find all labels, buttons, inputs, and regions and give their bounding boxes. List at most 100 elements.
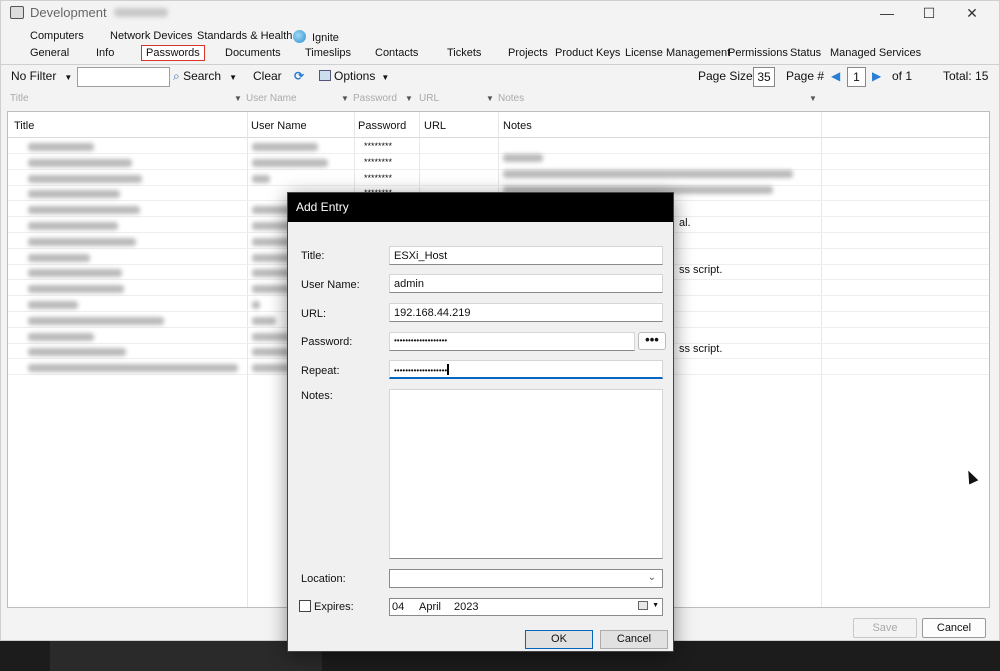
redacted-title-cell[interactable] (28, 237, 136, 246)
filter-url[interactable]: URL (419, 93, 439, 104)
redacted-username-cell[interactable] (252, 269, 292, 278)
tab-license-management[interactable]: License Management (625, 47, 730, 59)
chevron-down-icon[interactable]: ▼ (405, 94, 413, 103)
tab-info[interactable]: Info (96, 47, 114, 59)
redacted-notes-cell[interactable] (503, 170, 793, 178)
tab-computers[interactable]: Computers (30, 30, 84, 42)
redacted-title-cell[interactable] (28, 269, 122, 278)
date-month[interactable]: April (419, 601, 441, 613)
tab-general[interactable]: General (30, 47, 69, 59)
chevron-down-icon[interactable]: ▼ (809, 94, 817, 103)
redacted-title-cell[interactable] (28, 332, 94, 341)
redacted-username-cell[interactable] (252, 332, 292, 341)
redacted-username-cell[interactable] (252, 158, 328, 167)
chevron-down-icon[interactable]: ▼ (234, 94, 242, 103)
redacted-title-cell[interactable] (28, 174, 142, 183)
prev-page-icon[interactable]: ◀ (831, 69, 840, 83)
generate-password-button[interactable]: ••• (638, 332, 666, 350)
redacted-title-cell[interactable] (28, 158, 132, 167)
redacted-username-cell[interactable] (252, 237, 292, 246)
filter-notes[interactable]: Notes (498, 93, 524, 104)
filter-username[interactable]: User Name (246, 93, 297, 104)
date-year[interactable]: 2023 (454, 601, 478, 613)
password-cell[interactable]: ******** (364, 141, 392, 151)
tab-standards-health[interactable]: Standards & Health (197, 30, 292, 42)
next-page-icon[interactable]: ▶ (872, 69, 881, 83)
redacted-title-cell[interactable] (28, 222, 118, 230)
cancel-button[interactable]: Cancel (922, 618, 986, 638)
expires-checkbox[interactable] (299, 600, 311, 612)
tab-documents[interactable]: Documents (225, 47, 281, 59)
redacted-title-cell[interactable] (28, 316, 164, 325)
filter-password[interactable]: Password (353, 93, 397, 104)
redacted-username-cell[interactable] (252, 316, 276, 325)
dialog-cancel-button[interactable]: Cancel (600, 630, 668, 649)
tab-tickets[interactable]: Tickets (447, 47, 481, 59)
repeat-password-field[interactable]: ••••••••••••••••••• (389, 360, 663, 379)
column-header-title[interactable]: Title (14, 120, 34, 132)
tab-passwords[interactable]: Passwords (141, 45, 205, 61)
redacted-title-cell[interactable] (28, 143, 94, 151)
location-combobox[interactable]: ⌄ (389, 569, 663, 588)
column-header-notes[interactable]: Notes (503, 120, 532, 132)
column-header-password[interactable]: Password (358, 120, 406, 132)
password-field[interactable]: ••••••••••••••••••• (389, 332, 635, 351)
title-field[interactable]: ESXi_Host (389, 246, 663, 265)
options-button[interactable]: Options ▼ (319, 69, 389, 83)
filter-dropdown[interactable]: No Filter ▼ (11, 69, 72, 83)
redacted-username-cell[interactable] (252, 285, 292, 294)
password-cell[interactable]: ******** (364, 157, 392, 167)
redacted-title-cell[interactable] (28, 253, 90, 262)
redacted-username-cell[interactable] (252, 348, 292, 357)
redacted-title-cell[interactable] (28, 285, 124, 294)
maximize-button[interactable]: ☐ (909, 3, 949, 23)
username-field[interactable]: admin (389, 274, 663, 293)
chevron-down-icon[interactable]: ▼ (341, 94, 349, 103)
password-cell[interactable]: ******** (364, 173, 392, 183)
search-input[interactable] (77, 67, 170, 87)
minimize-button[interactable]: — (867, 3, 907, 23)
redacted-username-cell[interactable] (252, 143, 318, 151)
redacted-notes-cell[interactable] (503, 154, 543, 162)
redacted-title-cell[interactable] (28, 364, 238, 373)
tab-timeslips[interactable]: Timeslips (305, 47, 351, 59)
redacted-username-cell[interactable] (252, 174, 270, 183)
page-number-input[interactable]: 1 (847, 67, 866, 87)
page-size-input[interactable]: 35 (753, 67, 775, 87)
tab-contacts[interactable]: Contacts (375, 47, 418, 59)
redacted-title-cell[interactable] (28, 348, 126, 357)
save-button[interactable]: Save (853, 618, 917, 638)
calendar-icon[interactable] (638, 601, 648, 610)
filter-title[interactable]: Title (10, 93, 29, 104)
tab-ignite[interactable]: Ignite (293, 30, 339, 44)
column-header-username[interactable]: User Name (251, 120, 307, 132)
column-divider (821, 112, 822, 607)
chevron-down-icon[interactable]: ▼ (652, 602, 659, 609)
expires-date-picker[interactable]: 04 April 2023 ▼ (389, 598, 663, 616)
redacted-username-cell[interactable] (252, 364, 292, 373)
close-button[interactable]: ✕ (952, 3, 992, 23)
tab-ignite-label: Ignite (312, 32, 339, 44)
search-button[interactable]: ⌕ Search ▼ (173, 69, 237, 84)
tab-permissions[interactable]: Permissions (728, 47, 788, 59)
redacted-username-cell[interactable] (252, 222, 292, 230)
redacted-title-cell[interactable] (28, 206, 140, 215)
tab-status[interactable]: Status (790, 47, 821, 59)
tab-managed-services[interactable]: Managed Services (830, 47, 921, 59)
redacted-username-cell[interactable] (252, 301, 260, 309)
tab-projects[interactable]: Projects (508, 47, 548, 59)
redacted-title-cell[interactable] (28, 301, 78, 309)
tab-product-keys[interactable]: Product Keys (555, 47, 620, 59)
redacted-username-cell[interactable] (252, 253, 292, 262)
date-day[interactable]: 04 (392, 601, 404, 613)
refresh-icon[interactable]: ⟳ (294, 69, 304, 83)
chevron-down-icon: ▼ (64, 73, 73, 82)
notes-textarea[interactable] (389, 389, 663, 559)
chevron-down-icon[interactable]: ▼ (486, 94, 494, 103)
clear-button[interactable]: Clear (253, 69, 282, 83)
url-field[interactable]: 192.168.44.219 (389, 303, 663, 322)
ok-button[interactable]: OK (525, 630, 593, 649)
tab-network-devices[interactable]: Network Devices (110, 30, 193, 42)
column-header-url[interactable]: URL (424, 120, 446, 132)
redacted-title-cell[interactable] (28, 190, 120, 199)
